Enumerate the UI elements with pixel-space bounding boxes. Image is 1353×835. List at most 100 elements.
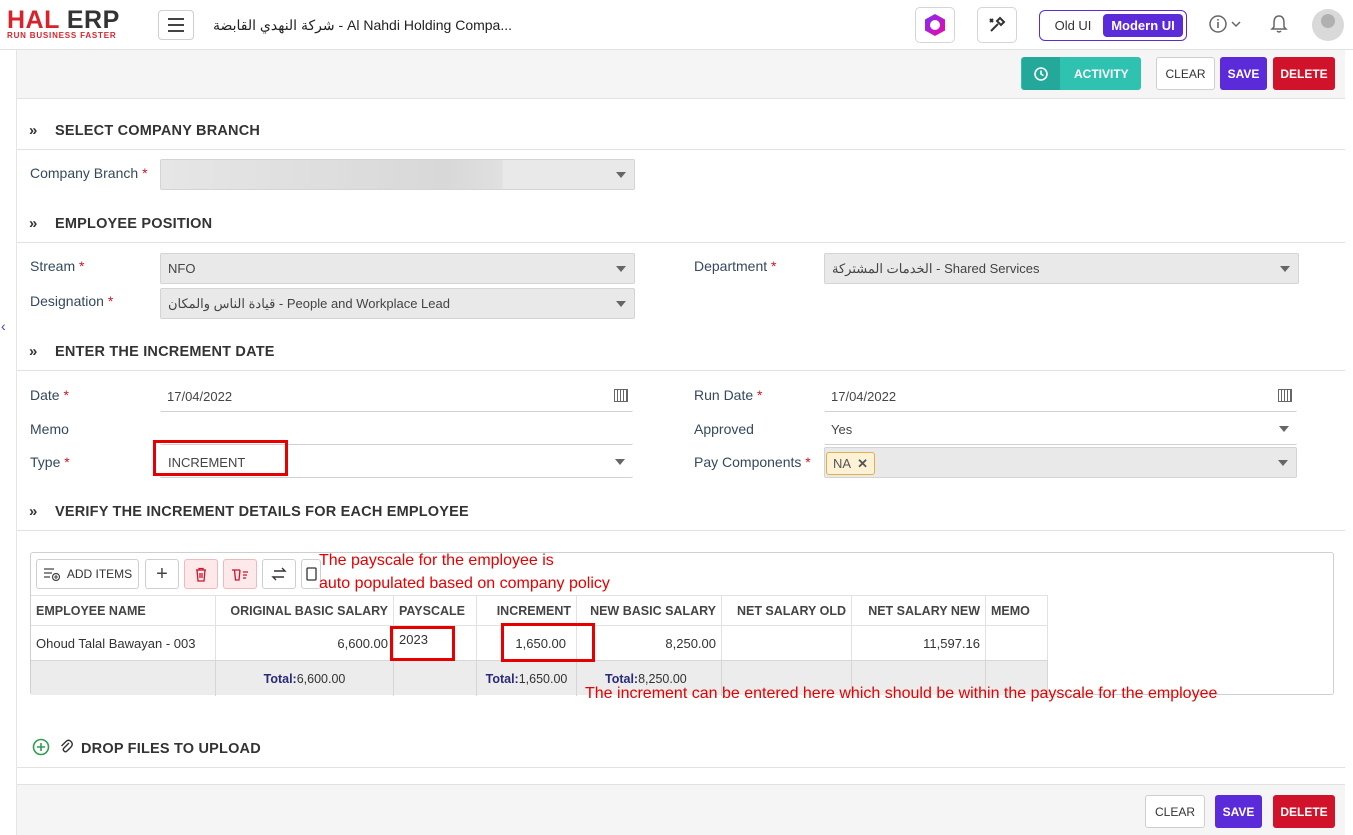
hal-erp-logo[interactable]: HAL ERP RUN BUSINESS FASTER — [7, 8, 120, 40]
delete-button[interactable]: DELETE — [1273, 57, 1335, 90]
stream-value: NFO — [168, 261, 196, 276]
tools-icon[interactable] — [977, 7, 1017, 43]
highlight-increment-box — [501, 623, 595, 662]
section-title: EMPLOYEE POSITION — [55, 216, 213, 232]
footer-clear-button[interactable]: CLEAR — [1145, 795, 1205, 828]
memo-label: Memo — [30, 421, 69, 437]
section-title: SELECT COMPANY BRANCH — [55, 123, 261, 139]
add-row-icon[interactable]: + — [145, 559, 179, 589]
info-icon[interactable] — [1209, 14, 1241, 39]
company-title: شركة النهدي القابضة - Al Nahdi Holding C… — [213, 17, 513, 33]
swap-icon[interactable] — [262, 559, 296, 589]
form-content: » SELECT COMPANY BRANCH Company Branch *… — [17, 99, 1345, 784]
add-circle-icon[interactable] — [32, 738, 50, 759]
double-chevron-icon: » — [29, 215, 38, 232]
date-input[interactable]: 17/04/2022 — [160, 381, 633, 412]
calendar-icon[interactable] — [1278, 389, 1292, 402]
footer-save-button[interactable]: SAVE — [1215, 795, 1262, 828]
designation-value: قيادة الناس والمكان - People and Workpla… — [168, 295, 450, 311]
increment-grid: ADD ITEMS + EMPLOYEE NAME ORIGINAL BASIC… — [30, 552, 1334, 696]
logo-tagline: RUN BUSINESS FASTER — [7, 31, 117, 40]
section-drop-files[interactable]: DROP FILES TO UPLOAD — [17, 728, 1345, 768]
chevron-down-icon — [616, 301, 626, 307]
cell-employee-name[interactable]: Ohoud Talal Bawayan - 003 — [31, 626, 216, 661]
calendar-icon[interactable] — [614, 389, 628, 402]
double-chevron-icon: » — [29, 122, 38, 139]
department-value: الخدمات المشتركة - Shared Services — [832, 260, 1040, 276]
ui-mode-toggle[interactable]: Old UI Modern UI — [1039, 10, 1187, 41]
old-ui-option[interactable]: Old UI — [1043, 18, 1103, 33]
department-select[interactable]: الخدمات المشتركة - Shared Services — [824, 253, 1299, 284]
delete-filter-icon[interactable] — [223, 559, 257, 589]
action-bar: ACTIVITY CLEAR SAVE DELETE — [17, 50, 1345, 99]
cell-net-salary-new[interactable]: 11,597.16 — [852, 626, 986, 661]
section-title: VERIFY THE INCREMENT DETAILS FOR EACH EM… — [55, 504, 469, 520]
chevron-down-icon — [616, 172, 626, 178]
date-value: 17/04/2022 — [167, 388, 233, 404]
left-rail: ‹ — [0, 50, 17, 835]
section-verify-increment[interactable]: » VERIFY THE INCREMENT DETAILS FOR EACH … — [17, 491, 1345, 531]
total-increment: Total: 1,650.00 — [477, 661, 577, 696]
grid-header: EMPLOYEE NAME ORIGINAL BASIC SALARY PAYS… — [31, 595, 1048, 626]
col-net-salary-new[interactable]: NET SALARY NEW — [852, 596, 986, 626]
total-original-basic-salary: Total: 6,600.00 — [216, 661, 394, 696]
department-label: Department * — [694, 258, 777, 274]
double-chevron-icon: » — [29, 503, 38, 520]
col-memo[interactable]: MEMO — [986, 596, 1048, 626]
footer-delete-button[interactable]: DELETE — [1273, 795, 1335, 828]
cell-net-salary-old[interactable] — [722, 626, 852, 661]
cell-new-basic-salary[interactable]: 8,250.00 — [577, 626, 722, 661]
chip-label: NA — [833, 456, 852, 471]
date-label: Date * — [30, 387, 69, 403]
add-items-label: ADD ITEMS — [66, 567, 133, 581]
section-employee-position[interactable]: » EMPLOYEE POSITION — [17, 203, 1345, 243]
avatar[interactable] — [1312, 9, 1344, 41]
double-chevron-icon: » — [29, 343, 38, 360]
assistant-logo-icon[interactable] — [915, 7, 955, 43]
remove-chip-icon[interactable]: ✕ — [857, 456, 868, 472]
cell-memo[interactable] — [986, 626, 1048, 661]
list-add-icon — [43, 568, 60, 581]
activity-button[interactable]: ACTIVITY — [1021, 57, 1141, 90]
sidebar-expand-icon[interactable]: ‹ — [1, 318, 6, 334]
modern-ui-option[interactable]: Modern UI — [1103, 14, 1183, 37]
stream-label: Stream * — [30, 258, 85, 274]
col-employee-name[interactable]: EMPLOYEE NAME — [31, 596, 216, 626]
col-increment[interactable]: INCREMENT — [477, 596, 577, 626]
run-date-label: Run Date * — [694, 387, 763, 403]
add-items-button[interactable]: ADD ITEMS — [36, 559, 139, 589]
section-select-company-branch[interactable]: » SELECT COMPANY BRANCH — [17, 110, 1345, 150]
chevron-down-icon — [1279, 426, 1289, 432]
clear-button[interactable]: CLEAR — [1156, 57, 1215, 90]
pay-components-label: Pay Components * — [694, 454, 811, 470]
designation-label: Designation * — [30, 293, 114, 309]
highlight-type-box — [153, 440, 288, 476]
chevron-down-icon — [1280, 266, 1290, 272]
designation-select[interactable]: قيادة الناس والمكان - People and Workpla… — [160, 288, 635, 319]
delete-row-icon[interactable] — [184, 559, 218, 589]
copy-icon[interactable] — [301, 559, 321, 589]
history-icon — [1022, 57, 1060, 90]
footer-action-bar: CLEAR SAVE DELETE — [17, 784, 1345, 835]
approved-select[interactable]: Yes — [824, 414, 1297, 445]
company-branch-select[interactable] — [160, 159, 635, 190]
cell-original-basic-salary[interactable]: 6,600.00 — [216, 626, 394, 661]
pay-components-select[interactable] — [824, 447, 1297, 478]
hamburger-menu-icon[interactable] — [158, 10, 194, 40]
chevron-down-icon — [615, 459, 625, 465]
run-date-value: 17/04/2022 — [831, 388, 897, 404]
highlight-payscale-box — [390, 626, 455, 661]
col-original-basic-salary[interactable]: ORIGINAL BASIC SALARY — [216, 596, 394, 626]
chevron-down-icon — [1278, 460, 1288, 466]
top-bar: HAL ERP RUN BUSINESS FASTER شركة النهدي … — [0, 0, 1353, 50]
bell-icon[interactable] — [1270, 14, 1288, 39]
save-button[interactable]: SAVE — [1220, 57, 1267, 90]
col-new-basic-salary[interactable]: NEW BASIC SALARY — [577, 596, 722, 626]
col-net-salary-old[interactable]: NET SALARY OLD — [722, 596, 852, 626]
stream-select[interactable]: NFO — [160, 253, 635, 284]
run-date-input[interactable]: 17/04/2022 — [824, 381, 1297, 412]
logo-erp-text: ERP — [59, 6, 120, 34]
col-payscale[interactable]: PAYSCALE — [394, 596, 477, 626]
section-increment-date[interactable]: » ENTER THE INCREMENT DATE — [17, 331, 1345, 371]
chevron-down-icon — [616, 266, 626, 272]
